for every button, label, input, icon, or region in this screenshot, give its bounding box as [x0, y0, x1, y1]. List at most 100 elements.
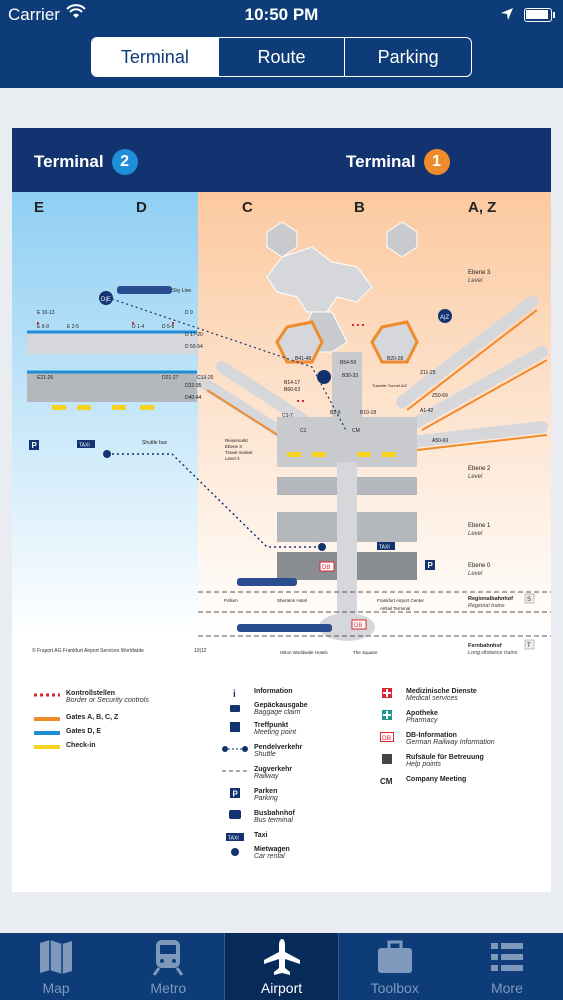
segment-route[interactable]: Route: [217, 38, 345, 76]
legend-company-meeting-name: Company Meeting: [406, 776, 467, 783]
level-1: Ebene 1: [468, 523, 491, 529]
legend-gates-de: Gates D, E: [34, 728, 101, 738]
legend-help-sub: Help points: [406, 761, 442, 768]
gate-d22: D22-35: [185, 383, 202, 389]
parking-sign: P: [29, 440, 39, 450]
skyline-train: [117, 286, 172, 294]
legend-meeting-name: Treffpunkt: [254, 722, 289, 729]
legend-meeting-sub: Meeting point: [254, 729, 297, 736]
terminal-map[interactable]: Terminal 2 Terminal 1 E D C B A, Z Sky L…: [12, 128, 551, 892]
level-0-sub: Level: [468, 571, 483, 577]
legend-taxi-name: Taxi: [254, 832, 268, 839]
baggage-icon: [222, 702, 248, 712]
taxi-sign: TAXI: [77, 440, 95, 449]
legend: Kontrollstellen Border or Security contro…: [12, 684, 551, 892]
parking-sign-t1-glyph: P: [428, 561, 434, 570]
terminal-banner: Terminal 2 Terminal 1: [12, 128, 551, 192]
legend-bus: Busbahnhof Bus terminal: [222, 810, 295, 824]
label-squaire: The Squaire: [353, 650, 378, 655]
legend-medical-sub: Medical services: [406, 695, 458, 702]
legend-car-rental-sub: Car rental: [254, 853, 285, 860]
bus-icon: [222, 810, 248, 820]
gate-b60: B60-63: [284, 387, 300, 393]
svg-text:D|E: D|E: [101, 297, 111, 303]
travel-market-2: Ebene 3: [225, 444, 242, 449]
gate-e21: E21-26: [37, 375, 53, 381]
terminal-1-main: [277, 417, 417, 467]
terminal-2-top: [27, 332, 197, 354]
gate-e6: E 6-9: [37, 324, 49, 330]
gates-abc-swatch: [34, 714, 60, 724]
tab-more[interactable]: More: [451, 933, 563, 1000]
regional-badge: S: [524, 593, 535, 604]
parking-sign-glyph: P: [32, 441, 38, 450]
legend-medical: Medizinische Dienste Medical services: [374, 688, 477, 702]
zone-b-label: B: [354, 199, 365, 216]
tab-metro-label: Metro: [150, 980, 187, 996]
battery-level: [526, 10, 548, 19]
level-2-sub: Level: [468, 474, 483, 480]
regional-badge-label: S: [527, 597, 531, 603]
terminal-2-zone: [12, 192, 198, 637]
info-icon: i: [222, 688, 248, 698]
taxi-sign-label: TAXI: [79, 443, 90, 449]
label-pollum: Pollum: [224, 598, 238, 603]
airport-map-svg: E D C B A, Z Sky Line Ebene 3 Level Eben…: [12, 192, 551, 656]
legend-checkin: Check-in: [34, 742, 96, 752]
legend-db-info-sub: German Railway Information: [406, 739, 495, 746]
legend-db-info-name: DB-Information: [406, 732, 457, 739]
segment-terminal[interactable]: Terminal: [92, 38, 218, 76]
gate-b20: B20-28: [387, 356, 403, 362]
tab-airport[interactable]: Airport: [224, 933, 339, 1000]
label-airail: AIRail Terminal: [380, 606, 410, 611]
legend-db-info: DB DB-Information German Railway Informat…: [374, 732, 495, 746]
gate-circle-b: [317, 370, 331, 384]
fernbahnhof-label: Fernbahnhof: [468, 643, 502, 649]
map-drawing: E D C B A, Z Sky Line Ebene 3 Level Eben…: [12, 192, 551, 672]
segment-parking[interactable]: Parking: [344, 38, 471, 76]
train-icon: [153, 940, 184, 976]
legend-car-rental: Mietwagen Car rental: [222, 846, 290, 860]
legend-help-name: Rufsäule für Betreuung: [406, 754, 484, 761]
legend-gates-abc: Gates A, B, C, Z: [34, 714, 118, 724]
gates-de-swatch: [34, 728, 60, 738]
legend-baggage: Gepäckausgabe Baggage claim: [222, 702, 308, 716]
terminal-2-heading: Terminal 2: [34, 149, 138, 175]
toolbox-icon: [377, 940, 412, 973]
taxi-icon: TAXI: [222, 832, 248, 842]
parking-sign-t1: P: [425, 560, 435, 570]
legend-taxi: TAXI Taxi: [222, 832, 268, 842]
pharmacy-icon: [374, 710, 400, 720]
legend-bus-sub: Bus terminal: [254, 817, 293, 824]
terminal-1-heading: Terminal 1: [346, 149, 450, 175]
legend-railway: Zugverkehr Railway: [222, 766, 292, 780]
zone-az-label: A, Z: [468, 199, 496, 216]
company-meeting-icon: CM: [374, 776, 400, 786]
view-segmented-control: Terminal Route Parking: [91, 37, 472, 77]
copyright: © Fraport AG Frankfurt Airport Services …: [32, 647, 144, 654]
longdistance-train: [237, 624, 332, 632]
gate-d1: D 1-4: [132, 324, 144, 330]
legend-parking: P Parken Parking: [222, 788, 278, 802]
gate-c1-7: C1-7: [282, 413, 293, 419]
legend-railway-sub: Railway: [254, 773, 279, 780]
tab-toolbox-label: Toolbox: [370, 980, 419, 996]
tab-map[interactable]: Map: [0, 933, 112, 1000]
zone-e-label: E: [34, 199, 44, 216]
gate-b10: B10-18: [360, 410, 376, 416]
db-icon: DB: [374, 732, 400, 742]
fernbahnhof-sub: Long-distance trains: [468, 650, 518, 656]
fernbahnhof-badge: T: [524, 639, 535, 650]
gate-circle-az: A|Z: [438, 309, 452, 323]
legend-parking-sub: Parking: [254, 795, 278, 802]
tab-metro[interactable]: Metro: [112, 933, 224, 1000]
copyright-date: 10|12: [194, 648, 207, 654]
legend-baggage-name: Gepäckausgabe: [254, 702, 308, 709]
level-1-sub: Level: [468, 531, 483, 537]
level-3: Ebene 3: [468, 270, 491, 276]
legend-baggage-sub: Baggage claim: [254, 709, 301, 716]
level-2: Ebene 2: [468, 466, 491, 472]
gate-b41: B41-48: [295, 356, 311, 362]
tab-toolbox[interactable]: Toolbox: [339, 933, 451, 1000]
taxi-sign-t1-label: TAXI: [379, 545, 390, 551]
